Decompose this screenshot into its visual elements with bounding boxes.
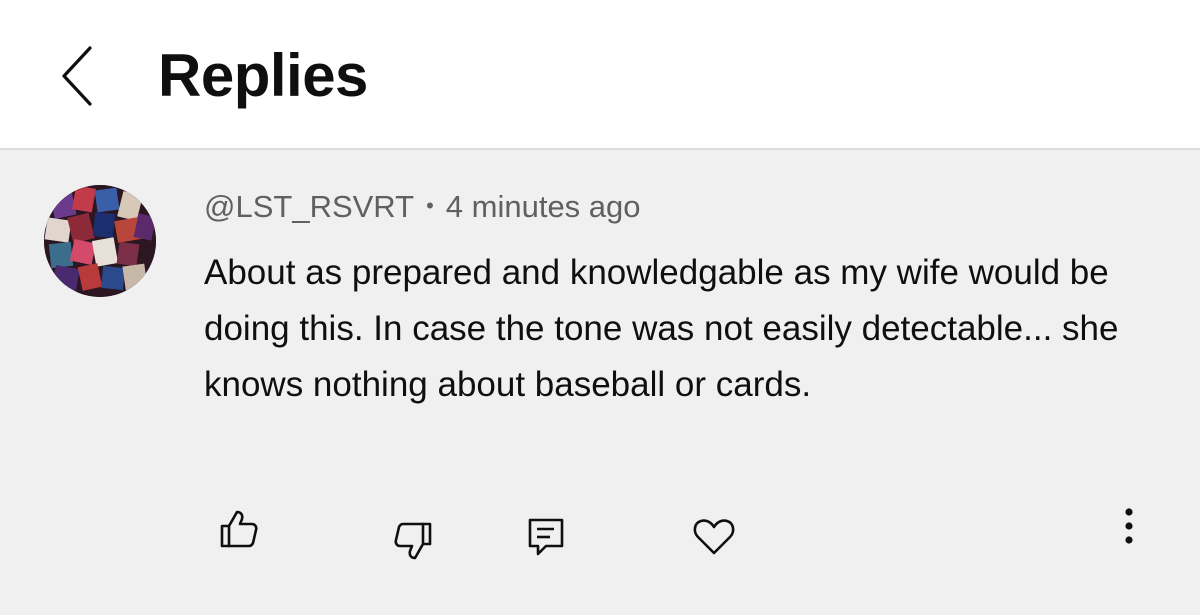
heart-icon xyxy=(693,519,735,555)
like-button[interactable] xyxy=(218,508,262,552)
thumbs-down-icon xyxy=(394,522,432,560)
comment-author[interactable]: @LST_RSVRT xyxy=(204,189,414,224)
comment-text: About as prepared and knowledgable as my… xyxy=(204,253,1119,404)
page-title: Replies xyxy=(158,42,368,109)
more-vertical-icon xyxy=(1125,508,1133,544)
avatar[interactable] xyxy=(44,185,156,297)
dislike-button[interactable] xyxy=(390,518,434,562)
comment-thread-item: @LST_RSVRT • 4 minutes ago About as prepar… xyxy=(0,152,1200,615)
back-button[interactable] xyxy=(48,40,108,112)
collage-avatar xyxy=(44,185,156,297)
chevron-left-icon xyxy=(62,46,92,106)
comment-meta: @LST_RSVRT • 4 minutes ago xyxy=(204,186,641,227)
comment-time[interactable]: 4 minutes ago xyxy=(446,189,641,224)
thumbs-up-icon xyxy=(220,510,258,548)
heart-button[interactable] xyxy=(692,514,736,558)
meta-separator: • xyxy=(426,193,434,218)
reply-button[interactable] xyxy=(526,516,566,558)
reply-comment-icon xyxy=(528,518,564,556)
app-header: Replies xyxy=(0,0,1200,150)
more-options-button[interactable] xyxy=(1114,508,1144,548)
